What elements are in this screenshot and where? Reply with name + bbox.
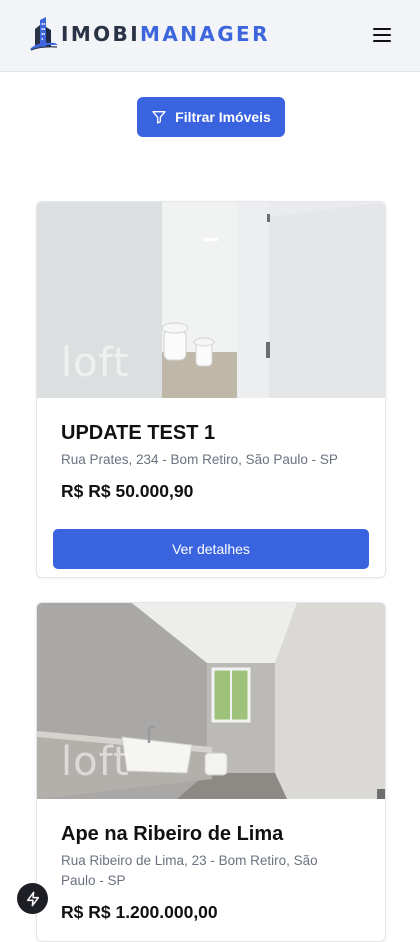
property-photo[interactable]: loft xyxy=(37,603,385,799)
photo-watermark: loft xyxy=(61,739,130,785)
view-details-button[interactable]: Ver detalhes xyxy=(53,529,369,569)
logo-wordmark: IMOBIMANAGER xyxy=(61,17,270,51)
property-photo[interactable]: loft xyxy=(37,202,385,398)
property-title: Ape na Ribeiro de Lima xyxy=(61,823,284,845)
quick-action-button[interactable] xyxy=(17,883,48,914)
imobimanager-logo[interactable]: IMOBIMANAGER xyxy=(29,17,270,51)
logo-part-manager: MANAGER xyxy=(140,22,270,46)
logo-part-imobi: IMOBI xyxy=(61,22,141,46)
filter-funnel-icon xyxy=(152,111,166,124)
property-address: Rua Prates, 234 - Bom Retiro, São Paulo … xyxy=(61,452,338,467)
property-price: R$ R$ 1.200.000,00 xyxy=(61,902,218,922)
filter-properties-button[interactable]: Filtrar Imóveis xyxy=(137,97,285,137)
photo-watermark: loft xyxy=(61,340,130,386)
hamburger-menu-icon[interactable] xyxy=(371,26,393,44)
property-card: loft UPDATE TEST 1 Rua Prates, 234 - Bom… xyxy=(36,201,386,578)
property-address: Rua Ribeiro de Lima, 23 - Bom Retiro, Sã… xyxy=(61,853,318,888)
filter-button-label: Filtrar Imóveis xyxy=(175,109,271,125)
property-price: R$ R$ 50.000,90 xyxy=(61,481,194,501)
property-title: UPDATE TEST 1 xyxy=(61,422,216,444)
lightning-bolt-icon xyxy=(26,891,39,906)
property-card: loft Ape na Ribeiro de Lima Rua Ribeiro … xyxy=(36,602,386,942)
app-header: IMOBIMANAGER xyxy=(0,0,420,72)
buildings-logo-icon xyxy=(30,17,58,51)
